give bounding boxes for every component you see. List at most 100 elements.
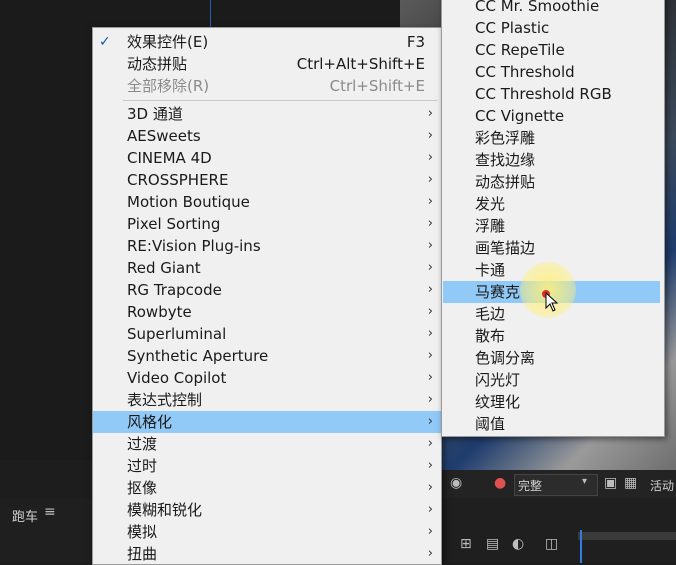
submenu-item-cn-8[interactable]: 动态拼贴 xyxy=(443,171,660,193)
panel-divider-line xyxy=(210,0,211,30)
submenu-item-label: CC Vignette xyxy=(475,107,565,125)
submenu-stylize: CC Mr. Smoothie CC Plastic CC RepeTile CC T… xyxy=(441,0,665,437)
menu-item-superluminal[interactable]: Superluminal › xyxy=(93,323,441,345)
menu-item-cn-20[interactable]: 抠像 › xyxy=(93,477,441,499)
camera-icon[interactable]: ◉ xyxy=(450,475,462,491)
chevron-right-icon: › xyxy=(427,480,433,495)
menu-item-cn-1[interactable]: 动态拼贴 Ctrl+Alt+Shift+E xyxy=(93,53,441,75)
submenu-item-cn-19[interactable]: 阈值 xyxy=(443,413,660,435)
chevron-right-icon: › xyxy=(427,326,433,341)
submenu-item-label: 动态拼贴 xyxy=(475,173,536,191)
region-of-interest-icon[interactable]: ▣ xyxy=(604,475,617,491)
menu-item-cn-19[interactable]: 过时 › xyxy=(93,455,441,477)
menu-item-cn-18[interactable]: 过渡 › xyxy=(93,433,441,455)
submenu-item-cn-17[interactable]: 闪光灯 xyxy=(443,369,660,391)
menu-item-label: CINEMA 4D xyxy=(127,149,212,167)
menu-item-aesweets[interactable]: AESweets › xyxy=(93,125,441,147)
submenu-item-cn-11[interactable]: 画笔描边 xyxy=(443,237,660,259)
chevron-right-icon: › xyxy=(427,150,433,165)
menu-item-cinema-4d[interactable]: CINEMA 4D › xyxy=(93,147,441,169)
graph-editor-icon[interactable]: ◫ xyxy=(545,536,558,552)
menu-item-pixel-sorting[interactable]: Pixel Sorting › xyxy=(93,213,441,235)
color-channels-icon[interactable]: ● xyxy=(494,475,506,491)
menu-item-label: Rowbyte xyxy=(127,303,192,321)
chevron-right-icon: › xyxy=(427,128,433,143)
submenu-item-label: CC Plastic xyxy=(475,19,550,37)
submenu-item-label: 毛边 xyxy=(475,305,506,323)
submenu-item-label: 卡通 xyxy=(475,261,506,279)
menu-item-shortcut: F3 xyxy=(406,33,425,51)
submenu-item-cc-mr-smoothie[interactable]: CC Mr. Smoothie xyxy=(443,0,660,17)
menu-item-r: 全部移除(R) Ctrl+Shift+E xyxy=(93,75,441,97)
chevron-right-icon: › xyxy=(427,502,433,517)
submenu-item-cc-vignette[interactable]: CC Vignette xyxy=(443,105,660,127)
menu-item-label: 动态拼贴 xyxy=(127,55,188,73)
submenu-item-label: 阈值 xyxy=(475,415,506,433)
menu-item-crossphere[interactable]: CROSSPHERE › xyxy=(93,169,441,191)
submenu-item-cn-10[interactable]: 浮雕 xyxy=(443,215,660,237)
playhead[interactable] xyxy=(580,530,582,563)
menu-item-rg-trapcode[interactable]: RG Trapcode › xyxy=(93,279,441,301)
timeline-ruler xyxy=(578,532,676,540)
submenu-item-cc-threshold[interactable]: CC Threshold xyxy=(443,61,660,83)
chevron-down-icon: ▾ xyxy=(582,476,588,487)
submenu-item-label: 色调分离 xyxy=(475,349,536,367)
active-camera-label[interactable]: 活动 xyxy=(650,477,674,494)
submenu-item-label: 纹理化 xyxy=(475,393,521,411)
menu-item-label: Motion Boutique xyxy=(127,193,250,211)
menu-item-label: 风格化 xyxy=(127,413,173,431)
menu-item-synthetic-aperture[interactable]: Synthetic Aperture › xyxy=(93,345,441,367)
chevron-right-icon: › xyxy=(427,414,433,429)
submenu-item-cc-threshold-rgb[interactable]: CC Threshold RGB xyxy=(443,83,660,105)
menu-item-cn-22[interactable]: 模拟 › xyxy=(93,521,441,543)
submenu-item-cn-16[interactable]: 色调分离 xyxy=(443,347,660,369)
panel-tab-label[interactable]: 跑车 xyxy=(12,506,38,525)
submenu-item-cn-7[interactable]: 查找边缘 xyxy=(443,149,660,171)
chevron-right-icon: › xyxy=(427,392,433,407)
motion-blur-icon[interactable]: ◐ xyxy=(512,536,524,552)
menu-item-3d[interactable]: 3D 通道 › xyxy=(93,103,441,125)
chevron-right-icon: › xyxy=(427,194,433,209)
menu-item-cn-17[interactable]: 风格化 › xyxy=(93,411,441,433)
panel-menu-icon[interactable]: ≡ xyxy=(44,504,56,520)
submenu-item-cc-repetile[interactable]: CC RepeTile xyxy=(443,39,660,61)
menu-item-label: Video Copilot xyxy=(127,369,227,387)
menu-item-label: Pixel Sorting xyxy=(127,215,221,233)
frame-blend-icon[interactable]: ▤ xyxy=(486,536,499,552)
menu-item-label: Superluminal xyxy=(127,325,227,343)
menu-item-motion-boutique[interactable]: Motion Boutique › xyxy=(93,191,441,213)
submenu-item-cc-plastic[interactable]: CC Plastic xyxy=(443,17,660,39)
submenu-item-label: 彩色浮雕 xyxy=(475,129,536,147)
menu-item-e[interactable]: ✓ 效果控件(E) F3 xyxy=(93,31,441,53)
menu-item-rowbyte[interactable]: Rowbyte › xyxy=(93,301,441,323)
menu-item-cn-21[interactable]: 模糊和锐化 › xyxy=(93,499,441,521)
menu-item-cn-16[interactable]: 表达式控制 › xyxy=(93,389,441,411)
submenu-item-cn-18[interactable]: 纹理化 xyxy=(443,391,660,413)
chevron-right-icon: › xyxy=(427,172,433,187)
menu-separator xyxy=(123,100,437,101)
context-menu-effects: ✓ 效果控件(E) F3 动态拼贴 Ctrl+Alt+Shift+E 全部移除(R) Ctr… xyxy=(92,27,442,565)
transparency-grid-icon[interactable]: ▦ xyxy=(624,475,637,491)
quality-select-value: 完整 xyxy=(518,479,543,493)
menu-item-label: 表达式控制 xyxy=(127,391,203,409)
menu-item-re-vision-plug-ins[interactable]: RE:Vision Plug-ins › xyxy=(93,235,441,257)
submenu-item-label: 散布 xyxy=(475,327,506,345)
menu-item-cn-23[interactable]: 扭曲 › xyxy=(93,543,441,565)
menu-item-label: RG Trapcode xyxy=(127,281,222,299)
chevron-right-icon: › xyxy=(427,106,433,121)
menu-item-label: 过时 xyxy=(127,457,158,475)
submenu-item-cn-6[interactable]: 彩色浮雕 xyxy=(443,127,660,149)
layer-icon[interactable]: ⊞ xyxy=(460,536,472,552)
chevron-right-icon: › xyxy=(427,370,433,385)
submenu-item-cn-15[interactable]: 散布 xyxy=(443,325,660,347)
checkmark-icon: ✓ xyxy=(99,34,111,50)
menu-item-label: 3D 通道 xyxy=(127,105,183,123)
menu-item-video-copilot[interactable]: Video Copilot › xyxy=(93,367,441,389)
submenu-item-cn-9[interactable]: 发光 xyxy=(443,193,660,215)
menu-item-red-giant[interactable]: Red Giant › xyxy=(93,257,441,279)
menu-item-label: Synthetic Aperture xyxy=(127,347,269,365)
chevron-right-icon: › xyxy=(427,304,433,319)
mouse-pointer-icon xyxy=(545,292,559,312)
submenu-item-label: CC Threshold RGB xyxy=(475,85,612,103)
menu-item-label: Red Giant xyxy=(127,259,201,277)
